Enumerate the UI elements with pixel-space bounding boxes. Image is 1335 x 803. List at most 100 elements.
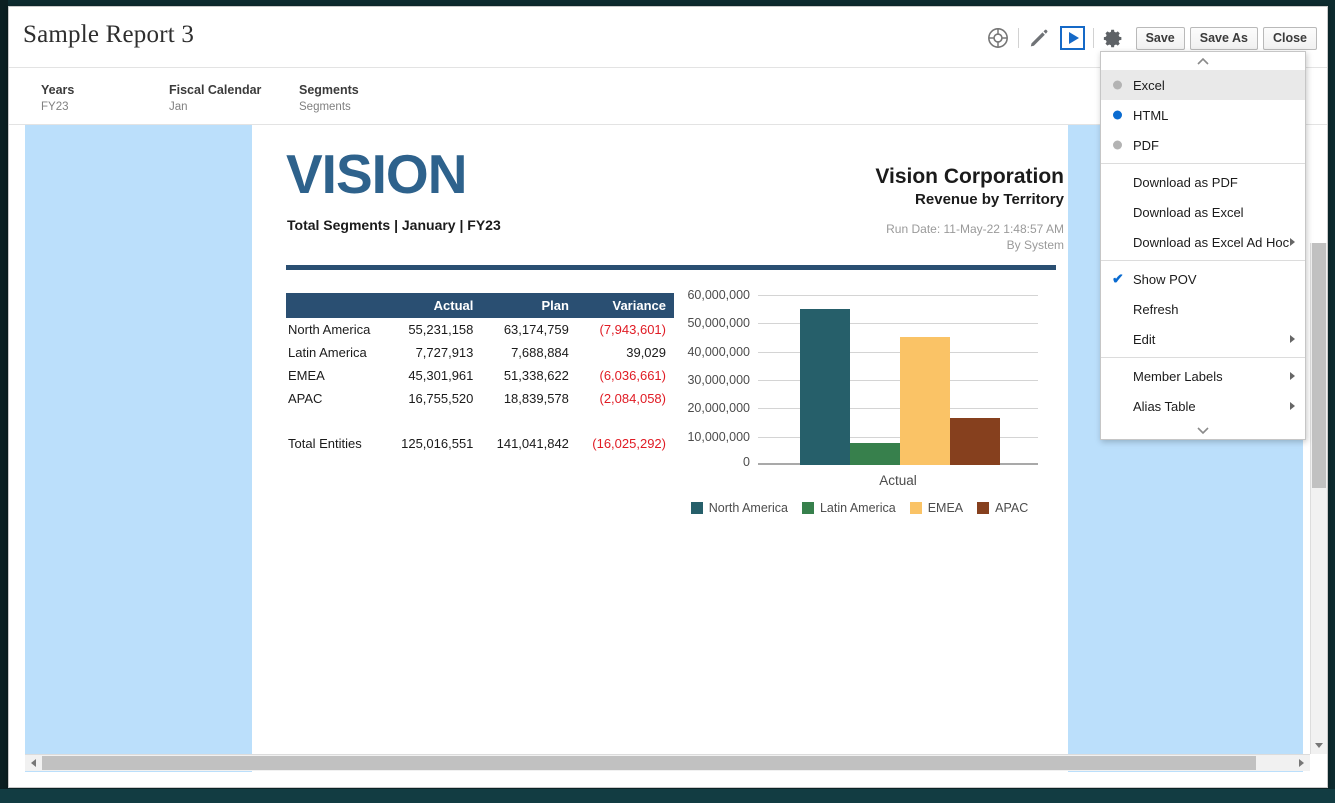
legend-swatch: [910, 502, 922, 514]
legend-item-apac[interactable]: APAC: [977, 501, 1028, 515]
column-header-entity: [286, 293, 386, 318]
scroll-down-icon[interactable]: [1311, 737, 1327, 754]
save-button[interactable]: Save: [1136, 27, 1185, 50]
cell-variance: (6,036,661): [577, 364, 674, 387]
bar-emea[interactable]: [900, 337, 950, 465]
run-date: Run Date: 11-May-22 1:48:57 AM: [875, 221, 1064, 237]
menu-divider: [1101, 163, 1305, 164]
y-axis-tick: 20,000,000: [687, 401, 750, 415]
y-axis-tick: 50,000,000: [687, 316, 750, 330]
cell-actual: 55,231,158: [386, 318, 482, 341]
play-icon[interactable]: [1056, 23, 1090, 53]
chart-legend: North America Latin America EMEA AP: [672, 501, 1047, 515]
app-root: Sample Report 3: [0, 0, 1335, 803]
chevron-down-icon[interactable]: [1101, 421, 1305, 439]
row-label: North America: [286, 318, 386, 341]
radio-icon: [1113, 141, 1122, 150]
bar-latin-america[interactable]: [850, 443, 900, 465]
cell-actual: 16,755,520: [386, 387, 482, 410]
total-actual: 125,016,551: [386, 432, 482, 455]
revenue-bar-chart: 60,000,000 50,000,000 40,000,000 30,000,…: [672, 285, 1047, 530]
pencil-icon[interactable]: [1022, 23, 1056, 53]
menu-item-alias-table[interactable]: Alias Table: [1101, 391, 1305, 421]
menu-item-edit[interactable]: Edit: [1101, 324, 1305, 354]
settings-dropdown-menu: Excel HTML PDF Download as PDF Download …: [1100, 51, 1306, 440]
menu-item-download-as-excel-ad-hoc[interactable]: Download as Excel Ad Hoc: [1101, 227, 1305, 257]
horizontal-scrollbar-thumb[interactable]: [42, 756, 1256, 770]
lifesaver-icon[interactable]: [981, 23, 1015, 53]
menu-item-label: Download as Excel Ad Hoc: [1133, 235, 1289, 250]
legend-item-emea[interactable]: EMEA: [910, 501, 963, 515]
checkmark-icon: ✔: [1112, 271, 1124, 288]
submenu-arrow-icon: [1290, 372, 1295, 380]
y-axis-tick: 0: [743, 455, 750, 469]
menu-divider: [1101, 357, 1305, 358]
pov-label: Segments: [299, 83, 359, 97]
play-triangle: [1069, 32, 1079, 44]
menu-item-label: HTML: [1133, 108, 1168, 123]
gear-icon[interactable]: [1097, 23, 1131, 53]
vision-logo: VISION: [286, 147, 466, 202]
menu-item-refresh[interactable]: Refresh: [1101, 294, 1305, 324]
toolbar: Save Save As Close: [981, 23, 1317, 53]
report-header-right: Vision Corporation Revenue by Territory …: [875, 165, 1064, 254]
total-variance: (16,025,292): [577, 432, 674, 455]
menu-item-show-pov[interactable]: ✔ Show POV: [1101, 264, 1305, 294]
legend-item-north-america[interactable]: North America: [691, 501, 788, 515]
pov-label: Years: [41, 83, 74, 97]
menu-item-label: Show POV: [1133, 272, 1197, 287]
legend-swatch: [691, 502, 703, 514]
cell-variance: (2,084,058): [577, 387, 674, 410]
pov-value: Jan: [169, 101, 261, 113]
play-icon-box: [1060, 26, 1085, 50]
cell-variance: 39,029: [577, 341, 674, 364]
cell-actual: 45,301,961: [386, 364, 482, 387]
close-button[interactable]: Close: [1263, 27, 1317, 50]
vertical-scrollbar-thumb[interactable]: [1312, 243, 1326, 488]
table-total-row: Total Entities 125,016,551 141,041,842 (…: [286, 432, 674, 455]
pov-value: Segments: [299, 101, 359, 113]
menu-item-label: Refresh: [1133, 302, 1179, 317]
report-table: Actual Plan Variance North America 55,23…: [286, 293, 674, 455]
vertical-scrollbar[interactable]: [1310, 243, 1327, 754]
column-header-actual: Actual: [386, 293, 482, 318]
scroll-left-icon[interactable]: [25, 755, 42, 771]
menu-item-label: Download as Excel: [1133, 205, 1244, 220]
header-rule: [286, 265, 1056, 270]
horizontal-scrollbar[interactable]: [25, 754, 1310, 771]
legend-swatch: [802, 502, 814, 514]
legend-label: APAC: [995, 501, 1028, 515]
submenu-arrow-icon: [1290, 335, 1295, 343]
table-body: North America 55,231,158 63,174,759 (7,9…: [286, 318, 674, 455]
bar-north-america[interactable]: [800, 309, 850, 465]
table-row: APAC 16,755,520 18,839,578 (2,084,058): [286, 387, 674, 410]
menu-item-download-as-pdf[interactable]: Download as PDF: [1101, 167, 1305, 197]
bar-apac[interactable]: [950, 418, 1000, 465]
menu-item-label: Excel: [1133, 78, 1165, 93]
legend-swatch: [977, 502, 989, 514]
pov-item-segments[interactable]: Segments Segments: [299, 83, 359, 113]
run-info: Run Date: 11-May-22 1:48:57 AM By System: [875, 221, 1064, 253]
pov-item-fiscal-calendar[interactable]: Fiscal Calendar Jan: [169, 83, 261, 113]
cell-plan: 51,338,622: [481, 364, 577, 387]
desktop-left-edge: [0, 0, 8, 803]
menu-item-html[interactable]: HTML: [1101, 100, 1305, 130]
chevron-up-icon[interactable]: [1101, 52, 1305, 70]
save-as-button[interactable]: Save As: [1190, 27, 1258, 50]
scroll-right-icon[interactable]: [1293, 755, 1310, 771]
menu-item-excel[interactable]: Excel: [1101, 70, 1305, 100]
report-page: VISION Total Segments | January | FY23 V…: [252, 125, 1068, 772]
total-plan: 141,041,842: [481, 432, 577, 455]
legend-label: EMEA: [928, 501, 963, 515]
menu-item-member-labels[interactable]: Member Labels: [1101, 361, 1305, 391]
menu-item-download-as-excel[interactable]: Download as Excel: [1101, 197, 1305, 227]
company-name: Vision Corporation: [875, 165, 1064, 189]
cell-plan: 63,174,759: [481, 318, 577, 341]
pov-item-years[interactable]: Years FY23: [41, 83, 74, 113]
menu-item-pdf[interactable]: PDF: [1101, 130, 1305, 160]
menu-divider: [1101, 260, 1305, 261]
cell-plan: 7,688,884: [481, 341, 577, 364]
table-header-row: Actual Plan Variance: [286, 293, 674, 318]
radio-icon: [1113, 81, 1122, 90]
legend-item-latin-america[interactable]: Latin America: [802, 501, 896, 515]
